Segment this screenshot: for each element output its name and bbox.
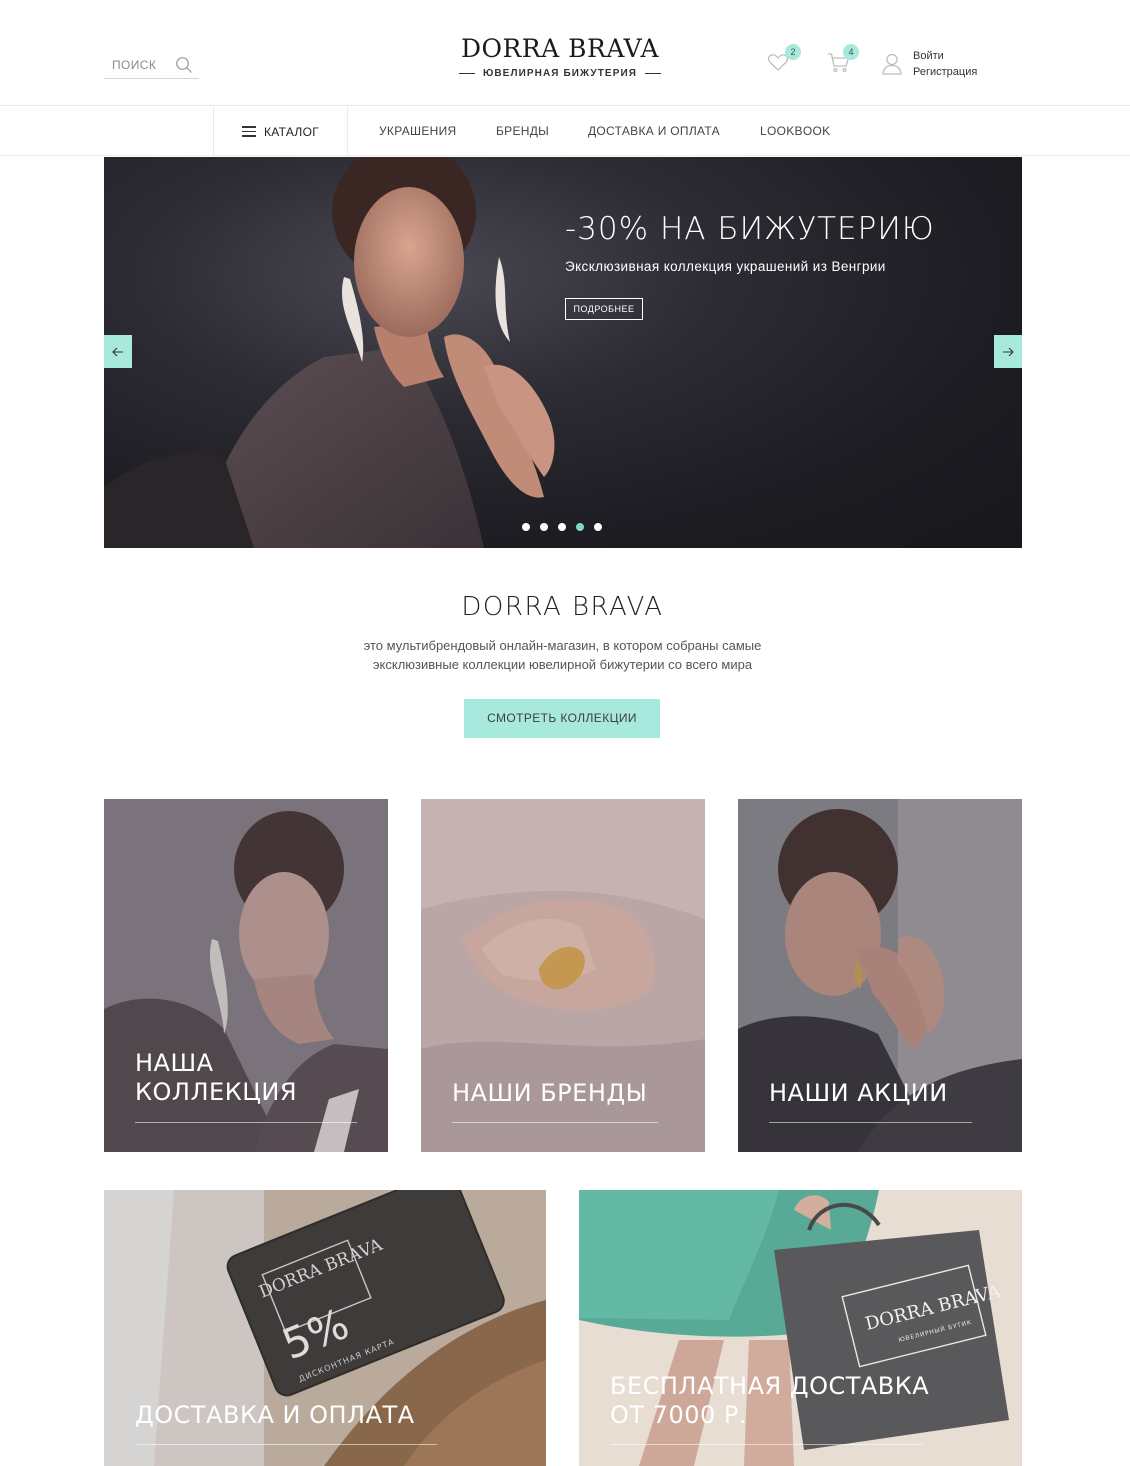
favorites-button[interactable]: 2 [766, 44, 801, 76]
tile-label: НАША КОЛЛЕКЦИЯ [135, 1049, 297, 1106]
tile-label: НАШИ БРЕНДЫ [452, 1079, 648, 1107]
favorites-count-badge: 2 [785, 44, 801, 60]
user-icon[interactable] [881, 52, 903, 76]
logo-subtitle: ЮВЕЛИРНАЯ БИЖУТЕРИЯ [482, 68, 638, 79]
catalog-menu-button[interactable]: КАТАЛОГ [213, 107, 348, 156]
tile-delivery-payment[interactable]: DORRA BRAVA 5% ДИСКОНТНАЯ КАРТА ДОСТАВКА… [104, 1190, 546, 1466]
slider-dot[interactable] [594, 523, 602, 531]
slider-dot[interactable] [522, 523, 530, 531]
register-link[interactable]: Регистрация [913, 64, 977, 80]
nav-link-lookbook[interactable]: LOOKBOOK [760, 124, 830, 138]
tile-label: ДОСТАВКА И ОПЛАТА [135, 1401, 415, 1429]
hero-subtitle: Эксклюзивная коллекция украшений из Венг… [565, 259, 886, 274]
slider-dot[interactable] [558, 523, 566, 531]
logo-title: DORRA BRAVA [460, 34, 660, 63]
slider-next-button[interactable] [994, 335, 1022, 368]
tile-free-delivery[interactable]: DORRA BRAVA ЮВЕЛИРНЫЙ БУТИК БЕСПЛАТНАЯ Д… [579, 1190, 1022, 1466]
nav-link-brands[interactable]: БРЕНДЫ [496, 124, 549, 138]
slider-dots [522, 523, 602, 531]
search-input[interactable] [104, 52, 170, 77]
divider [769, 1122, 972, 1123]
catalog-label: КАТАЛОГ [263, 124, 320, 139]
about-text-line-1: это мультибрендовый онлайн-магазин, в ко… [363, 638, 762, 653]
about-text: это мультибрендовый онлайн-магазин, в ко… [0, 636, 1125, 674]
site-header: DORRA BRAVA ЮВЕЛИРНАЯ БИЖУТЕРИЯ 2 4 Войт… [0, 0, 1130, 106]
view-collections-button[interactable]: СМОТРЕТЬ КОЛЛЕКЦИИ [464, 699, 660, 738]
hero-title: -30% НА БИЖУТЕРИЮ [565, 211, 935, 247]
logo[interactable]: DORRA BRAVA ЮВЕЛИРНАЯ БИЖУТЕРИЯ [440, 32, 680, 88]
divider [135, 1444, 437, 1445]
nav-link-jewelry[interactable]: УКРАШЕНИЯ [379, 124, 456, 138]
tile-our-brands[interactable]: НАШИ БРЕНДЫ [421, 799, 705, 1152]
arrow-right-icon [1003, 347, 1014, 356]
main-nav: КАТАЛОГ УКРАШЕНИЯ БРЕНДЫ ДОСТАВКА И ОПЛА… [0, 107, 1130, 156]
tile-label: НАШИ АКЦИИ [769, 1079, 948, 1107]
arrow-left-icon [112, 347, 123, 356]
logo-subtitle-row: ЮВЕЛИРНАЯ БИЖУТЕРИЯ [440, 68, 680, 79]
search-icon[interactable] [175, 56, 193, 74]
divider [610, 1444, 923, 1445]
cart-button[interactable]: 4 [826, 44, 859, 76]
tile-our-promotions[interactable]: НАШИ АКЦИИ [738, 799, 1022, 1152]
about-title: DORRA BRAVA [461, 592, 664, 622]
hero-slider: -30% НА БИЖУТЕРИЮ Эксклюзивная коллекция… [104, 157, 1022, 548]
slider-dot[interactable] [540, 523, 548, 531]
nav-link-delivery[interactable]: ДОСТАВКА И ОПЛАТА [588, 124, 720, 138]
cart-count-badge: 4 [843, 44, 859, 60]
auth-links: Войти Регистрация [913, 48, 977, 80]
divider [645, 73, 662, 74]
divider [452, 1122, 658, 1123]
tile-our-collection[interactable]: НАША КОЛЛЕКЦИЯ [104, 799, 388, 1152]
search-box [104, 52, 199, 79]
slider-dot[interactable] [576, 523, 584, 531]
login-link[interactable]: Войти [913, 48, 977, 64]
tile-label: БЕСПЛАТНАЯ ДОСТАВКА ОТ 7000 Р. [610, 1372, 930, 1429]
hamburger-icon [241, 126, 256, 137]
slider-prev-button[interactable] [104, 335, 132, 368]
divider [135, 1122, 357, 1123]
about-text-line-2: эксклюзивные коллекции ювелирной бижутер… [372, 657, 753, 672]
divider [458, 73, 475, 74]
hero-more-button[interactable]: ПОДРОБНЕЕ [565, 298, 643, 320]
